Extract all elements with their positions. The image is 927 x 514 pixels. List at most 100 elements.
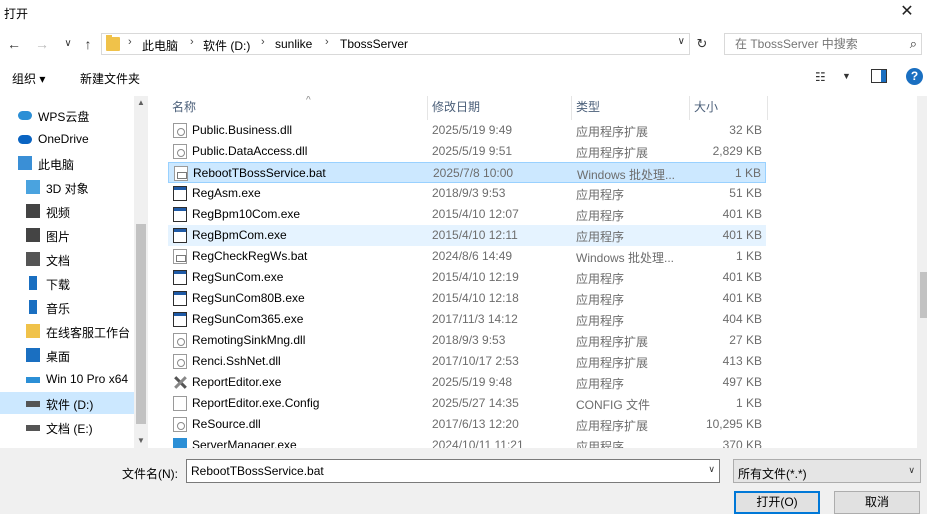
file-size: 401 KB [722, 228, 762, 242]
preview-pane-icon[interactable] [871, 69, 887, 83]
search-input[interactable] [725, 34, 903, 54]
drive-icon [26, 401, 40, 407]
sidebar-scroll-thumb[interactable] [136, 224, 146, 424]
filename-combobox[interactable]: ∨ [186, 459, 720, 483]
file-size: 413 KB [722, 354, 762, 368]
sidebar-item[interactable]: 在线客服工作台 [0, 320, 134, 342]
sidebar-item[interactable]: WPS云盘 [0, 104, 134, 126]
organize-button[interactable]: 组织 ▾ [12, 70, 45, 87]
file-size: 1 KB [735, 249, 762, 263]
sidebar-item[interactable]: 软件 (D:) [0, 392, 134, 414]
view-dropdown-icon[interactable]: ▼ [842, 71, 851, 81]
chevron-down-icon[interactable]: ∨ [678, 36, 685, 47]
file-row[interactable]: RemotingSinkMng.dll 2018/9/3 9:53 应用程序扩展 27… [168, 330, 766, 351]
file-size: 1 KB [734, 166, 761, 180]
recent-locations-icon[interactable]: ∨ [58, 34, 78, 54]
refresh-icon[interactable]: ↻ [692, 33, 712, 55]
file-size: 404 KB [722, 312, 762, 326]
forward-arrow-icon[interactable]: → [32, 34, 52, 54]
dll-file-icon [173, 333, 187, 348]
new-folder-button[interactable]: 新建文件夹 [80, 70, 140, 87]
sort-ascending-icon: ^ [306, 96, 311, 106]
file-date: 2018/9/3 9:53 [432, 186, 506, 200]
filename-input[interactable] [187, 460, 692, 482]
breadcrumb-separator: › [261, 36, 265, 48]
file-size: 27 KB [729, 333, 762, 347]
column-header-type-label: 类型 [576, 100, 601, 114]
back-arrow-icon[interactable]: ← [4, 34, 24, 54]
file-date: 2018/9/3 9:53 [432, 333, 506, 347]
sidebar-item[interactable]: 3D 对象 [0, 176, 134, 198]
scroll-down-icon[interactable]: ▼ [134, 434, 148, 448]
column-header-name[interactable]: 名称 ^ [168, 96, 428, 120]
window-title: 打开 [4, 7, 29, 21]
file-row[interactable]: RebootTBossService.bat 2025/7/8 10:00 Wind… [168, 162, 766, 183]
help-icon[interactable]: ? [906, 68, 923, 85]
breadcrumb-this-pc[interactable]: 此电脑 [142, 37, 178, 54]
sidebar-item[interactable]: OneDrive [0, 128, 134, 150]
sidebar-item[interactable]: 图片 [0, 224, 134, 246]
sidebar-item[interactable]: 此电脑 [0, 152, 134, 174]
exe-file-icon [173, 312, 187, 327]
file-type: 应用程序 [576, 188, 625, 202]
file-date: 2024/8/6 14:49 [432, 249, 513, 263]
sidebar-item-label: 音乐 [46, 302, 71, 316]
breadcrumb-tbossserver[interactable]: TbossServer [340, 37, 408, 51]
column-header-type[interactable]: 类型 [572, 96, 690, 120]
sidebar-item[interactable]: 文档 (E:) [0, 416, 134, 438]
file-date: 2015/4/10 12:07 [432, 207, 519, 221]
file-name: RebootTBossService.bat [193, 166, 326, 180]
dll-file-icon [173, 354, 187, 369]
chevron-down-icon[interactable]: ∨ [908, 465, 915, 476]
file-row[interactable]: ReportEditor.exe 2025/5/19 9:48 应用程序 497 KB [168, 372, 766, 393]
file-row[interactable]: RegBpmCom.exe 2015/4/10 12:11 应用程序 401 KB [168, 225, 766, 246]
sidebar-item[interactable]: 视频 [0, 200, 134, 222]
sidebar-item[interactable]: Win 10 Pro x64 [0, 368, 134, 390]
cancel-button[interactable]: 取消 [834, 491, 920, 514]
open-button[interactable]: 打开(O) [734, 491, 820, 514]
address-bar[interactable]: › 此电脑 › 软件 (D:) › sunlike › TbossServer … [101, 33, 690, 55]
column-header-date[interactable]: 修改日期 [428, 96, 572, 120]
view-options-icon[interactable]: ☷ [815, 70, 826, 84]
cube-icon [26, 180, 40, 194]
column-header-size[interactable]: 大小 [690, 96, 768, 120]
sidebar-item[interactable]: 文档 [0, 248, 134, 270]
file-row[interactable]: RegBpm10Com.exe 2015/4/10 12:07 应用程序 401 KB [168, 204, 766, 225]
navigation-pane: WPS云盘 OneDrive 此电脑 3D 对象视频图片 文档 下载音乐在线客服工作台 桌面… [0, 96, 148, 448]
file-row[interactable]: Public.DataAccess.dll 2025/5/19 9:51 应用程序扩… [168, 141, 766, 162]
file-size: 51 KB [729, 186, 762, 200]
file-date: 2025/7/8 10:00 [433, 166, 514, 180]
file-row[interactable]: RegCheckRegWs.bat 2024/8/6 14:49 Windows 批… [168, 246, 766, 267]
file-type: 应用程序 [576, 272, 625, 286]
file-type-filter[interactable]: 所有文件(*.*) ∨ [733, 459, 921, 483]
file-name: ServerManager.exe [192, 438, 297, 448]
search-box[interactable]: ⌕ [724, 33, 922, 55]
file-name: RegBpmCom.exe [192, 228, 287, 242]
sidebar-item-label: 视频 [46, 206, 71, 220]
file-row[interactable]: Public.Business.dll 2025/5/19 9:49 应用程序扩展 3… [168, 120, 766, 141]
sidebar-item[interactable]: 桌面 [0, 344, 134, 366]
file-size: 1 KB [735, 396, 762, 410]
file-row[interactable]: ReSource.dll 2017/6/13 12:20 应用程序扩展 10,295 … [168, 414, 766, 435]
up-arrow-icon[interactable]: ↑ [78, 34, 98, 54]
sidebar-item[interactable]: 下载 [0, 272, 134, 294]
file-row[interactable]: RegAsm.exe 2018/9/3 9:53 应用程序 51 KB [168, 183, 766, 204]
sidebar-item[interactable]: 音乐 [0, 296, 134, 318]
breadcrumb-drive-d[interactable]: 软件 (D:) [203, 37, 250, 54]
breadcrumb-sunlike[interactable]: sunlike [275, 37, 312, 51]
file-size: 401 KB [722, 291, 762, 305]
file-row[interactable]: RegSunCom.exe 2015/4/10 12:19 应用程序 401 KB [168, 267, 766, 288]
scroll-up-icon[interactable]: ▲ [134, 96, 148, 110]
chevron-down-icon[interactable]: ∨ [708, 464, 715, 475]
file-row[interactable]: RegSunCom365.exe 2017/11/3 14:12 应用程序 404 K… [168, 309, 766, 330]
close-icon[interactable]: ✕ [887, 0, 927, 26]
search-icon[interactable]: ⌕ [910, 36, 917, 52]
file-row[interactable]: ReportEditor.exe.Config 2025/5/27 14:35 CO… [168, 393, 766, 414]
sidebar-item-label: WPS云盘 [38, 110, 90, 124]
file-type: 应用程序扩展 [576, 419, 649, 433]
exe-file-icon [173, 228, 187, 243]
file-row[interactable]: Renci.SshNet.dll 2017/10/17 2:53 应用程序扩展 413… [168, 351, 766, 372]
file-row[interactable]: RegSunCom80B.exe 2015/4/10 12:18 应用程序 401 K… [168, 288, 766, 309]
file-list-scroll-thumb[interactable] [920, 272, 927, 318]
file-row[interactable]: ServerManager.exe 2024/10/11 11:21 应用程序 370… [168, 435, 766, 448]
